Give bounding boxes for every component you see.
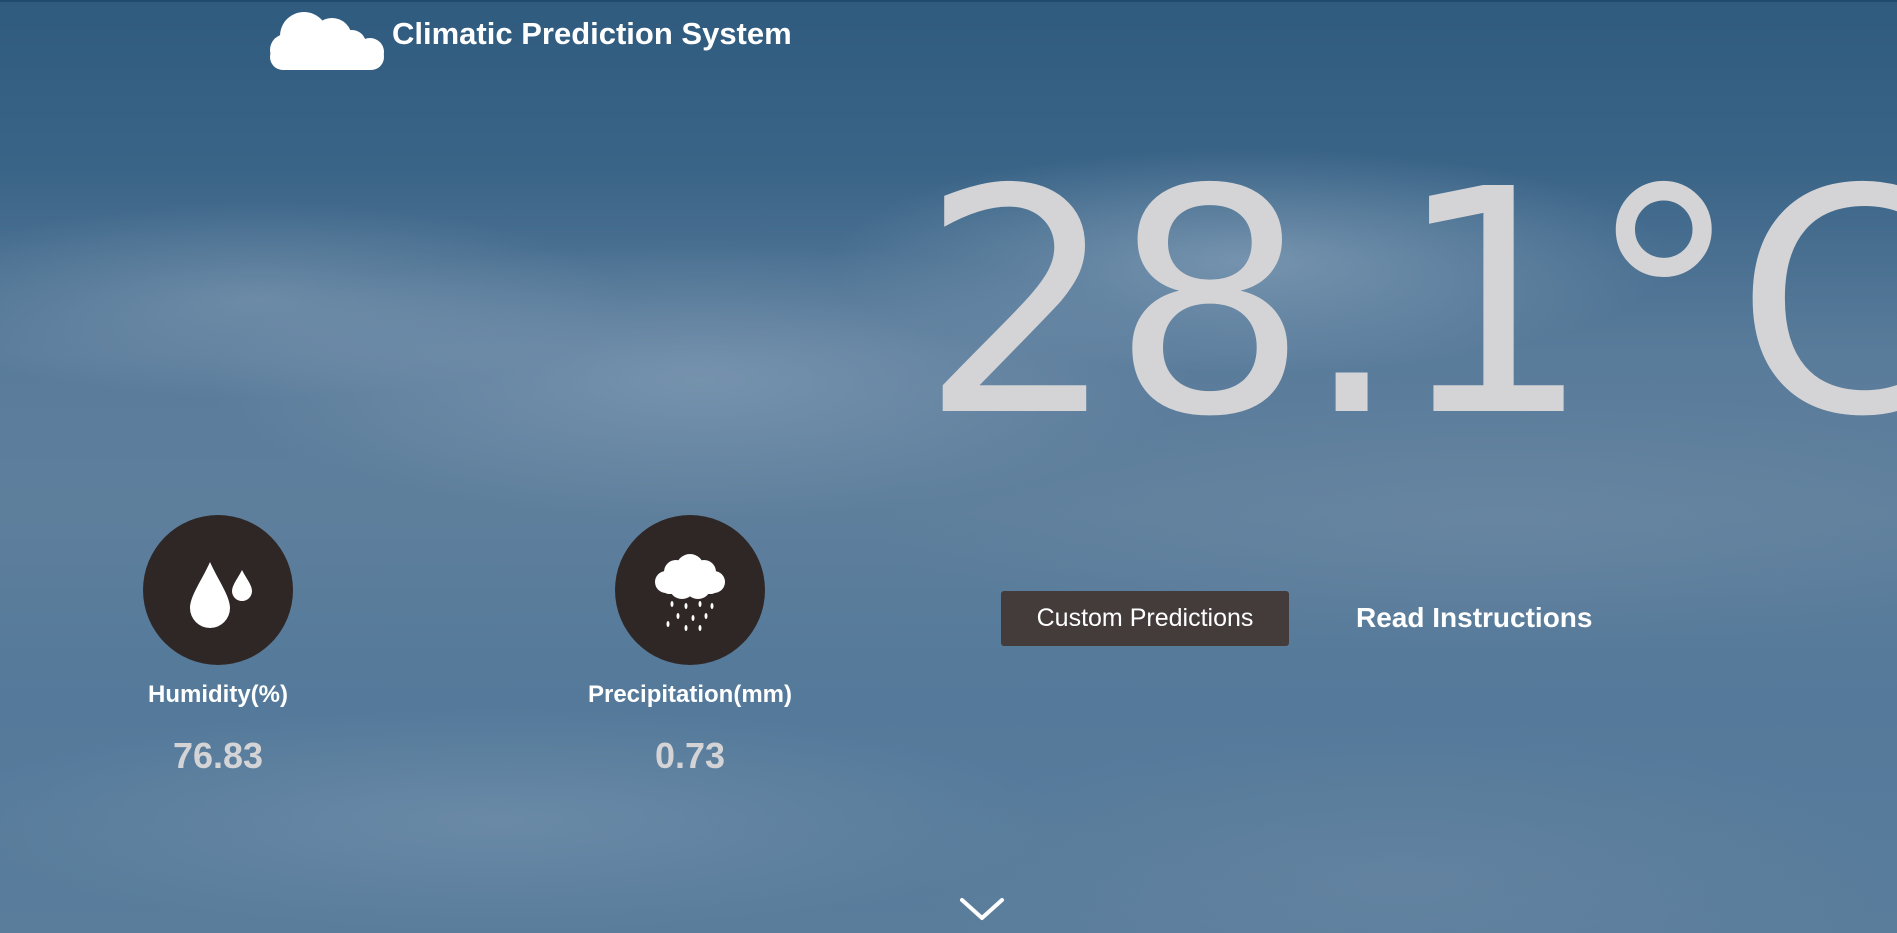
top-border bbox=[0, 0, 1897, 2]
cloud-icon bbox=[270, 12, 384, 70]
read-instructions-link[interactable]: Read Instructions bbox=[1356, 602, 1592, 634]
app-title: Climatic Prediction System bbox=[392, 16, 792, 51]
water-drops-icon bbox=[190, 562, 252, 628]
chevron-down-icon[interactable] bbox=[958, 896, 1006, 922]
humidity-label: Humidity(%) bbox=[148, 681, 288, 708]
precipitation-metric: Precipitation(mm) 0.73 bbox=[560, 515, 820, 777]
precipitation-label: Precipitation(mm) bbox=[587, 681, 793, 708]
temperature-display: 28.1°C bbox=[920, 124, 1897, 485]
humidity-value: 76.83 bbox=[172, 735, 264, 776]
precipitation-icon-circle bbox=[615, 515, 765, 665]
humidity-metric: Humidity(%) 76.83 bbox=[88, 515, 348, 777]
rain-cloud-icon bbox=[655, 554, 725, 631]
precipitation-value: 0.73 bbox=[654, 735, 726, 776]
humidity-icon-circle bbox=[143, 515, 293, 665]
custom-predictions-button[interactable]: Custom Predictions bbox=[1001, 591, 1289, 646]
